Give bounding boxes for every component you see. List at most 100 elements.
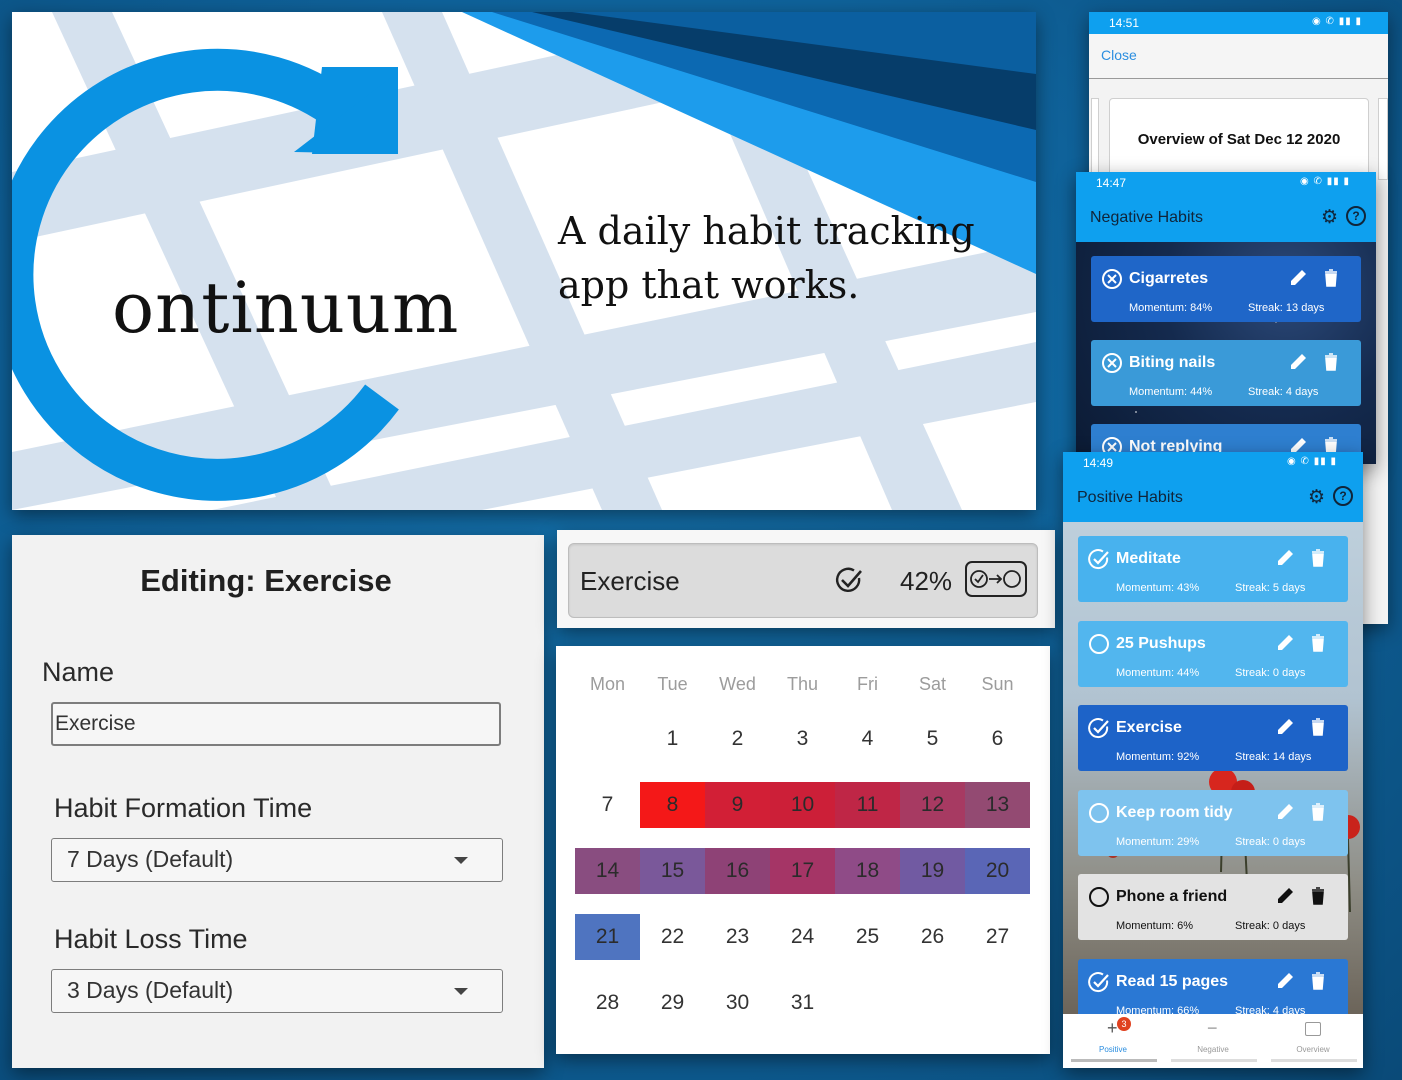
edit-delete-icons[interactable] bbox=[1274, 632, 1334, 659]
calendar-day[interactable]: 6 bbox=[965, 716, 1030, 762]
habit-streak: Streak: 14 days bbox=[1235, 751, 1312, 763]
calendar-day[interactable]: 4 bbox=[835, 716, 900, 762]
calendar-day[interactable]: 22 bbox=[640, 914, 705, 960]
nav-overview[interactable]: Overview bbox=[1263, 1014, 1363, 1068]
edit-delete-icons[interactable] bbox=[1287, 351, 1347, 378]
help-icon[interactable]: ? bbox=[1333, 486, 1353, 506]
habit-name: 25 Pushups bbox=[1116, 634, 1206, 652]
edit-delete-icons[interactable] bbox=[1287, 267, 1347, 294]
calendar-day[interactable]: 10 bbox=[770, 782, 835, 828]
mode-toggle-icon[interactable] bbox=[965, 561, 1027, 597]
calendar-day[interactable]: 17 bbox=[770, 848, 835, 894]
gear-icon[interactable]: ⚙ bbox=[1308, 486, 1325, 509]
name-input[interactable]: Exercise bbox=[51, 702, 501, 746]
overview-title: Overview of Sat Dec 12 2020 bbox=[1137, 131, 1341, 148]
calendar-day[interactable]: 14 bbox=[575, 848, 640, 894]
status-time: 14:51 bbox=[1109, 16, 1140, 30]
edit-delete-icons[interactable] bbox=[1274, 970, 1334, 997]
calendar-day[interactable]: 9 bbox=[705, 782, 770, 828]
habit-card[interactable]: 25 Pushups Momentum: 44% Streak: 0 days bbox=[1078, 620, 1348, 687]
nav-positive[interactable]: + 3 Positive bbox=[1063, 1014, 1163, 1068]
calendar-day[interactable]: 5 bbox=[900, 716, 965, 762]
empty-circle-icon[interactable] bbox=[1088, 633, 1110, 660]
habit-header-bar[interactable]: Exercise 42% bbox=[568, 543, 1038, 618]
habit-streak: Streak: 0 days bbox=[1235, 835, 1306, 848]
habit-percent: 42% bbox=[900, 566, 953, 596]
edit-delete-icons[interactable] bbox=[1274, 885, 1334, 912]
calendar-day[interactable]: 1 bbox=[640, 716, 705, 762]
calendar-day[interactable]: 11 bbox=[835, 782, 900, 828]
habit-card[interactable]: Phone a friend Momentum: 6% Streak: 0 days bbox=[1078, 874, 1348, 940]
cancel-circle-icon[interactable] bbox=[1101, 268, 1123, 295]
habit-name: Exercise bbox=[1116, 719, 1182, 736]
cancel-circle-icon[interactable] bbox=[1101, 352, 1123, 379]
calendar-day[interactable]: 25 bbox=[835, 914, 900, 960]
loss-time-select[interactable]: 3 Days (Default) bbox=[51, 969, 503, 1013]
calendar-day[interactable]: 28 bbox=[575, 980, 640, 1026]
status-time: 14:49 bbox=[1083, 456, 1114, 470]
check-circle-icon[interactable] bbox=[834, 565, 864, 595]
habit-name: Phone a friend bbox=[1116, 888, 1228, 905]
edit-delete-icons[interactable] bbox=[1274, 547, 1334, 574]
calendar-day[interactable]: 2 bbox=[705, 716, 770, 762]
close-button[interactable]: Close bbox=[1101, 47, 1137, 63]
nav-negative[interactable]: − Negative bbox=[1163, 1014, 1263, 1068]
check-circle-icon[interactable] bbox=[1088, 717, 1110, 744]
calendar-day[interactable]: 23 bbox=[705, 914, 770, 960]
calendar-day[interactable]: 13 bbox=[965, 782, 1030, 828]
nav-indicator bbox=[1271, 1059, 1357, 1062]
edit-delete-icons[interactable] bbox=[1274, 801, 1334, 828]
help-icon[interactable]: ? bbox=[1346, 206, 1366, 226]
calendar-day[interactable]: 20 bbox=[965, 848, 1030, 894]
bottom-nav: + 3 Positive − Negative Overview bbox=[1063, 1014, 1363, 1068]
calendar-day[interactable]: 7 bbox=[575, 782, 640, 828]
habit-momentum: Momentum: 92% bbox=[1116, 751, 1200, 763]
habit-card[interactable]: Exercise Momentum: 92% Streak: 14 days bbox=[1078, 705, 1348, 771]
overview-card: Overview of Sat Dec 12 2020 bbox=[1109, 98, 1369, 180]
calendar-day[interactable]: 26 bbox=[900, 914, 965, 960]
calendar-day[interactable]: 24 bbox=[770, 914, 835, 960]
habit-name: Exercise bbox=[580, 566, 680, 596]
calendar-day[interactable]: 27 bbox=[965, 914, 1030, 960]
calendar-day[interactable]: 16 bbox=[705, 848, 770, 894]
tagline: A daily habit tracking app that works. bbox=[558, 209, 975, 307]
empty-circle-icon[interactable] bbox=[1088, 886, 1110, 913]
calendar-day[interactable]: 19 bbox=[900, 848, 965, 894]
calendar-day[interactable]: 21 bbox=[575, 914, 640, 960]
formation-time-select[interactable]: 7 Days (Default) bbox=[51, 838, 503, 882]
status-bar: 14:51 ◉ ✆ ▮▮ ▮ bbox=[1089, 12, 1388, 34]
app-bar: Positive Habits ⚙ ? bbox=[1063, 474, 1363, 522]
calendar-day[interactable]: 29 bbox=[640, 980, 705, 1026]
weekday-header: Tue bbox=[657, 674, 688, 694]
loss-time-value: 3 Days (Default) bbox=[67, 977, 234, 1003]
nav-indicator bbox=[1171, 1059, 1257, 1062]
calendar-day[interactable]: 8 bbox=[640, 782, 705, 828]
formation-time-label: Habit Formation Time bbox=[54, 793, 313, 823]
check-circle-icon[interactable] bbox=[1088, 548, 1110, 575]
positive-habits-screen: 14:49 ◉ ✆ ▮▮ ▮ Positive Habits ⚙ ? Medit… bbox=[1063, 452, 1363, 1068]
habit-name: Read 15 pages bbox=[1116, 972, 1229, 990]
app-bar: Negative Habits ⚙ ? bbox=[1076, 194, 1376, 242]
habit-card[interactable]: Biting nails Momentum: 44% Streak: 4 days bbox=[1091, 340, 1361, 406]
calendar-day[interactable]: 12 bbox=[900, 782, 965, 828]
habit-momentum: Momentum: 29% bbox=[1116, 835, 1200, 848]
edit-delete-icons[interactable] bbox=[1274, 716, 1334, 743]
calendar-day[interactable]: 31 bbox=[770, 980, 835, 1026]
habit-card[interactable]: Cigarretes Momentum: 84% Streak: 13 days bbox=[1091, 256, 1361, 322]
nav-label: Overview bbox=[1296, 1045, 1330, 1054]
empty-circle-icon[interactable] bbox=[1088, 802, 1110, 829]
gear-icon[interactable]: ⚙ bbox=[1321, 206, 1338, 229]
calendar-day[interactable]: 18 bbox=[835, 848, 900, 894]
calendar-day[interactable]: 15 bbox=[640, 848, 705, 894]
badge-count: 3 bbox=[1117, 1017, 1131, 1031]
calendar-day[interactable]: 30 bbox=[705, 980, 770, 1026]
calendar-day[interactable]: 3 bbox=[770, 716, 835, 762]
weekday-header: Thu bbox=[786, 674, 819, 694]
habit-card[interactable]: Meditate Momentum: 43% Streak: 5 days bbox=[1078, 536, 1348, 602]
check-circle-icon[interactable] bbox=[1088, 971, 1110, 998]
logo-wordmark: ontinuum bbox=[112, 267, 460, 349]
habit-name: Biting nails bbox=[1129, 354, 1216, 371]
dropdown-arrow-icon bbox=[454, 988, 468, 995]
habit-streak: Streak: 5 days bbox=[1235, 582, 1306, 594]
habit-card[interactable]: Keep room tidy Momentum: 29% Streak: 0 day… bbox=[1078, 789, 1348, 856]
